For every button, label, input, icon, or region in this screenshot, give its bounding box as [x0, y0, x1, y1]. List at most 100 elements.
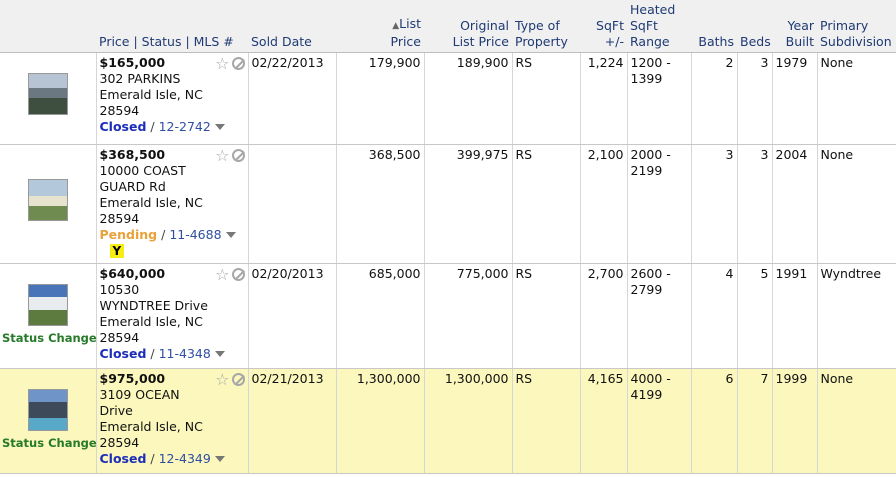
sqft-cell: 2,100: [580, 144, 628, 264]
property-type-cell: RS: [512, 52, 581, 145]
column-header-heated-sqft-range[interactable]: Heated SqFt Range: [627, 0, 691, 53]
table-row[interactable]: Status Change ☆ $640,000 10530 WYNDTREE …: [0, 263, 896, 369]
star-icon[interactable]: ☆: [215, 266, 229, 283]
column-header-year-built[interactable]: Year Built: [772, 0, 817, 53]
status-change-label: Status Change: [2, 435, 97, 450]
beds-cell: 3: [737, 52, 773, 145]
subdivision-cell: Wyndtree: [817, 263, 896, 369]
column-header-sold-date[interactable]: Sold Date: [248, 0, 336, 53]
listing-info-cell: ☆ $975,000 3109 OCEAN Drive Emerald Isle…: [96, 368, 249, 474]
address-line: Emerald Isle, NC: [99, 86, 203, 102]
address-line: 28594: [99, 102, 140, 118]
star-icon[interactable]: ☆: [215, 371, 229, 388]
listing-photo[interactable]: [27, 72, 68, 115]
mls-number-link[interactable]: 12-2742: [159, 119, 211, 134]
original-list-price-cell: 189,900: [424, 52, 513, 145]
table-row[interactable]: Status Change ☆ $975,000 3109 OCEAN Driv…: [0, 368, 896, 474]
hide-icon[interactable]: [231, 267, 245, 281]
status-link[interactable]: Pending: [100, 227, 158, 242]
chevron-down-icon[interactable]: [225, 232, 236, 238]
status-link[interactable]: Closed: [100, 346, 147, 361]
baths-cell: 3: [691, 144, 738, 264]
sold-date-cell: 02/20/2013: [248, 263, 337, 369]
chevron-down-icon[interactable]: [214, 351, 225, 357]
original-list-price-cell: 775,000: [424, 263, 513, 369]
column-header-list-price[interactable]: ▲List Price: [336, 0, 424, 53]
sqft-cell: 2,700: [580, 263, 628, 369]
year-built-cell: 1979: [772, 52, 818, 145]
address-line: Emerald Isle, NC: [99, 418, 203, 434]
column-header-original-list-price[interactable]: Original List Price: [424, 0, 512, 53]
property-type-cell: RS: [512, 263, 581, 369]
hide-icon[interactable]: [231, 56, 245, 70]
list-price-cell: 368,500: [336, 144, 425, 264]
column-header-price-status-mls[interactable]: Price | Status | MLS #: [96, 0, 248, 53]
baths-cell: 4: [691, 263, 738, 369]
status-link[interactable]: Closed: [100, 451, 147, 466]
mls-number-link[interactable]: 12-4349: [159, 451, 211, 466]
beds-cell: 3: [737, 144, 773, 264]
column-header-primary-subdivision[interactable]: Primary Subdivision: [817, 0, 896, 53]
photo-column-header: [0, 0, 96, 53]
address-line: 3109 OCEAN: [99, 386, 180, 402]
listing-badge: Y: [109, 243, 125, 258]
header-row: Price | Status | MLS # Sold Date ▲List P…: [0, 0, 896, 53]
listing-photo[interactable]: [27, 388, 68, 431]
beds-cell: 5: [737, 263, 773, 369]
list-price-cell: 685,000: [336, 263, 425, 369]
mls-number-link[interactable]: 11-4348: [159, 346, 211, 361]
hide-icon[interactable]: [231, 148, 245, 162]
address-line: 10000 COAST: [99, 162, 186, 178]
listings-table: Price | Status | MLS # Sold Date ▲List P…: [0, 0, 896, 474]
listing-info-cell: ☆ $640,000 10530 WYNDTREE Drive Emerald …: [96, 263, 249, 369]
original-list-price-cell: 1,300,000: [424, 368, 513, 474]
original-list-price-cell: 399,975: [424, 144, 513, 264]
address-line: 28594: [99, 434, 140, 450]
sqft-cell: 4,165: [580, 368, 628, 474]
mls-number-link[interactable]: 11-4688: [169, 227, 221, 242]
address-line: Emerald Isle, NC: [99, 194, 203, 210]
heated-range-cell: 1200 -1399: [627, 52, 692, 145]
listing-info-cell: ☆ $165,000 302 PARKINS Emerald Isle, NC …: [96, 52, 249, 145]
listing-photo[interactable]: [27, 178, 68, 221]
baths-cell: 6: [691, 368, 738, 474]
column-header-sqft[interactable]: SqFt +/-: [580, 0, 627, 53]
table-row[interactable]: ☆ $368,500 10000 COAST GUARD Rd Emerald …: [0, 144, 896, 264]
property-type-cell: RS: [512, 368, 581, 474]
address-line: 28594: [99, 210, 140, 226]
address-line: 302 PARKINS: [99, 70, 181, 86]
subdivision-cell: None: [817, 144, 896, 264]
subdivision-cell: None: [817, 52, 896, 145]
photo-cell: Status Change: [0, 263, 97, 369]
star-icon[interactable]: ☆: [215, 55, 229, 72]
baths-cell: 2: [691, 52, 738, 145]
heated-range-cell: 2000 -2199: [627, 144, 692, 264]
beds-cell: 7: [737, 368, 773, 474]
hide-icon[interactable]: [231, 372, 245, 386]
chevron-down-icon[interactable]: [214, 456, 225, 462]
address-line: GUARD Rd: [99, 178, 166, 194]
sqft-cell: 1,224: [580, 52, 628, 145]
column-header-type-of-property[interactable]: Type of Property: [512, 0, 580, 53]
address-line: WYNDTREE Drive: [99, 297, 208, 313]
sold-date-cell: [248, 144, 337, 264]
heated-range-cell: 4000 -4199: [627, 368, 692, 474]
photo-cell: [0, 144, 97, 264]
year-built-cell: 1999: [772, 368, 818, 474]
sold-date-cell: 02/21/2013: [248, 368, 337, 474]
status-change-label: Status Change: [2, 330, 97, 345]
column-header-baths[interactable]: Baths: [691, 0, 737, 53]
table-row[interactable]: ☆ $165,000 302 PARKINS Emerald Isle, NC …: [0, 52, 896, 145]
photo-cell: [0, 52, 97, 145]
list-price-cell: 179,900: [336, 52, 425, 145]
heated-range-cell: 2600 -2799: [627, 263, 692, 369]
list-price-cell: 1,300,000: [336, 368, 425, 474]
column-header-beds[interactable]: Beds: [737, 0, 772, 53]
year-built-cell: 2004: [772, 144, 818, 264]
chevron-down-icon[interactable]: [214, 124, 225, 130]
listing-photo[interactable]: [27, 283, 68, 326]
listing-info-cell: ☆ $368,500 10000 COAST GUARD Rd Emerald …: [96, 144, 249, 264]
address-line: 10530: [99, 281, 140, 297]
star-icon[interactable]: ☆: [215, 147, 229, 164]
status-link[interactable]: Closed: [100, 119, 147, 134]
